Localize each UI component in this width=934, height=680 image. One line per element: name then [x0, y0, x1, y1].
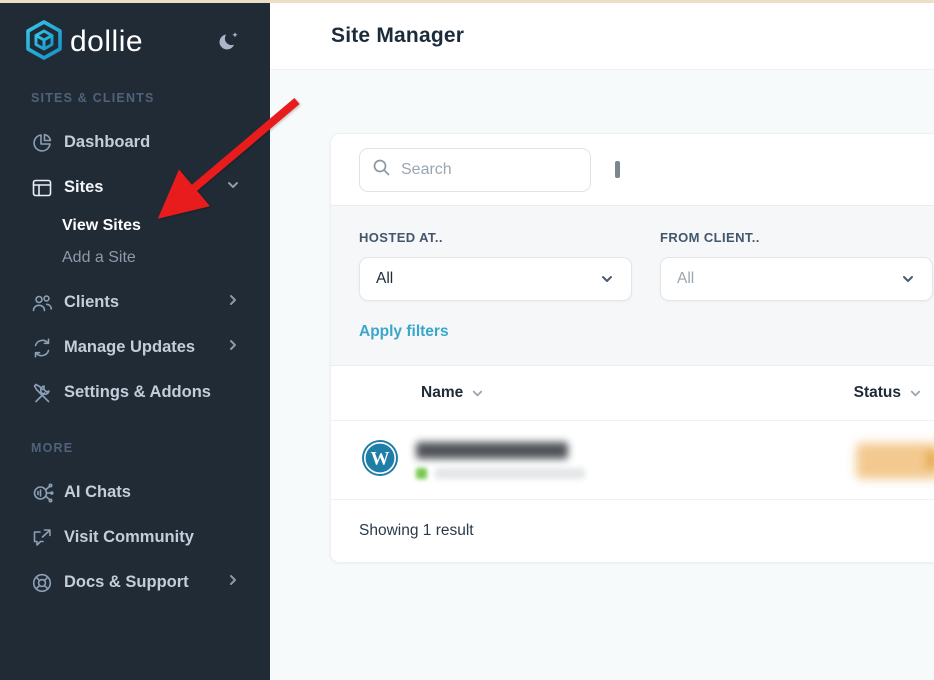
tools-icon	[30, 381, 54, 405]
hosted-at-select[interactable]: All	[359, 257, 632, 301]
hosted-at-label: HOSTED AT..	[359, 230, 632, 245]
life-ring-icon	[30, 571, 54, 595]
sidebar: dollie SITES & CLIENTS	[0, 3, 270, 680]
top-accent-strip	[0, 0, 934, 3]
sidebar-nav-more: AI Chats Visit Community	[0, 470, 270, 605]
external-chat-icon	[30, 526, 54, 550]
sidebar-subitem-label: Add a Site	[62, 249, 136, 267]
columns-toggle-button[interactable]	[611, 157, 624, 182]
brand-name: dollie	[70, 25, 143, 59]
search-icon	[372, 158, 391, 182]
sidebar-item-label: Sites	[64, 178, 103, 197]
table-header: Name Status	[331, 366, 934, 421]
sidebar-item-visit-community[interactable]: Visit Community	[0, 515, 270, 560]
page-body: HOSTED AT.. All FROM CLIENT.. All	[270, 70, 934, 563]
blurred-site-title	[416, 442, 568, 459]
apply-filters-link[interactable]: Apply filters	[359, 323, 449, 341]
sidebar-item-dashboard[interactable]: Dashboard	[0, 120, 270, 165]
sidebar-item-label: Manage Updates	[64, 338, 195, 357]
pie-chart-icon	[30, 131, 54, 155]
sidebar-subitem-label: View Sites	[62, 217, 141, 235]
sidebar-item-label: Dashboard	[64, 133, 150, 152]
search-box	[359, 148, 591, 192]
sidebar-item-label: Docs & Support	[64, 573, 189, 592]
chevron-down-icon	[900, 271, 916, 287]
sidebar-item-label: Clients	[64, 293, 119, 312]
window-icon	[30, 176, 54, 200]
page-title: Site Manager	[331, 24, 464, 48]
sidebar-nav-primary: Dashboard Sites View Sites	[0, 120, 270, 415]
columns-icon	[615, 161, 620, 178]
status-column-label: Status	[854, 384, 901, 402]
moon-icon	[216, 41, 240, 56]
blurred-url-bar	[435, 468, 585, 479]
users-icon	[30, 291, 54, 315]
section-label-sites-clients: SITES & CLIENTS	[0, 65, 270, 105]
sidebar-item-clients[interactable]: Clients	[0, 280, 270, 325]
sites-panel: HOSTED AT.. All FROM CLIENT.. All	[330, 133, 934, 563]
app-window: dollie SITES & CLIENTS	[0, 0, 934, 680]
svg-text:W: W	[371, 448, 390, 469]
chevron-right-icon	[226, 338, 240, 357]
from-client-value: All	[677, 270, 694, 288]
status-dot-icon	[416, 468, 427, 479]
sidebar-item-label: AI Chats	[64, 483, 131, 502]
sidebar-item-sites[interactable]: Sites	[0, 165, 270, 210]
chevron-right-icon	[226, 573, 240, 592]
sync-icon	[30, 336, 54, 360]
dollie-hexagon-icon	[26, 20, 62, 65]
sidebar-item-label: Settings & Addons	[64, 383, 211, 402]
filters-section: HOSTED AT.. All FROM CLIENT.. All	[331, 205, 934, 366]
chevron-right-icon	[226, 293, 240, 312]
page-header: Site Manager	[270, 3, 934, 70]
from-client-select[interactable]: All	[660, 257, 933, 301]
results-count: Showing 1 result	[359, 522, 474, 540]
filter-from-client: FROM CLIENT.. All	[660, 230, 933, 301]
sidebar-header: dollie	[0, 3, 270, 65]
sidebar-item-manage-updates[interactable]: Manage Updates	[0, 325, 270, 370]
sidebar-item-settings-addons[interactable]: Settings & Addons	[0, 370, 270, 415]
section-label-more: MORE	[0, 415, 270, 455]
filter-hosted-at: HOSTED AT.. All	[359, 230, 632, 301]
sort-chevron-icon	[471, 387, 484, 400]
blurred-status-badge	[856, 443, 934, 479]
sidebar-item-ai-chats[interactable]: AI Chats	[0, 470, 270, 515]
sidebar-subitem-view-sites[interactable]: View Sites	[0, 210, 270, 242]
name-column-label: Name	[421, 384, 463, 402]
sort-chevron-icon	[909, 387, 922, 400]
site-name-redacted	[416, 442, 585, 479]
search-toolbar	[331, 134, 934, 205]
chevron-down-icon	[226, 178, 240, 197]
wordpress-logo-icon: W	[361, 439, 399, 482]
hosted-at-value: All	[376, 270, 393, 288]
column-header-status[interactable]: Status	[854, 384, 934, 402]
sites-submenu: View Sites Add a Site	[0, 210, 270, 274]
main-content: Site Manager	[270, 3, 934, 680]
blurred-site-url	[416, 468, 585, 479]
search-input[interactable]	[401, 161, 561, 179]
sidebar-subitem-add-a-site[interactable]: Add a Site	[0, 242, 270, 274]
from-client-label: FROM CLIENT..	[660, 230, 933, 245]
chevron-down-icon	[599, 271, 615, 287]
results-footer: Showing 1 result	[331, 500, 934, 562]
column-header-name[interactable]: Name	[421, 384, 484, 402]
dark-mode-toggle[interactable]	[214, 27, 242, 58]
sidebar-item-label: Visit Community	[64, 528, 194, 547]
brand-logo[interactable]: dollie	[26, 20, 143, 65]
ai-brain-icon	[30, 481, 54, 505]
site-row[interactable]: W	[331, 421, 934, 500]
sidebar-item-docs-support[interactable]: Docs & Support	[0, 560, 270, 605]
